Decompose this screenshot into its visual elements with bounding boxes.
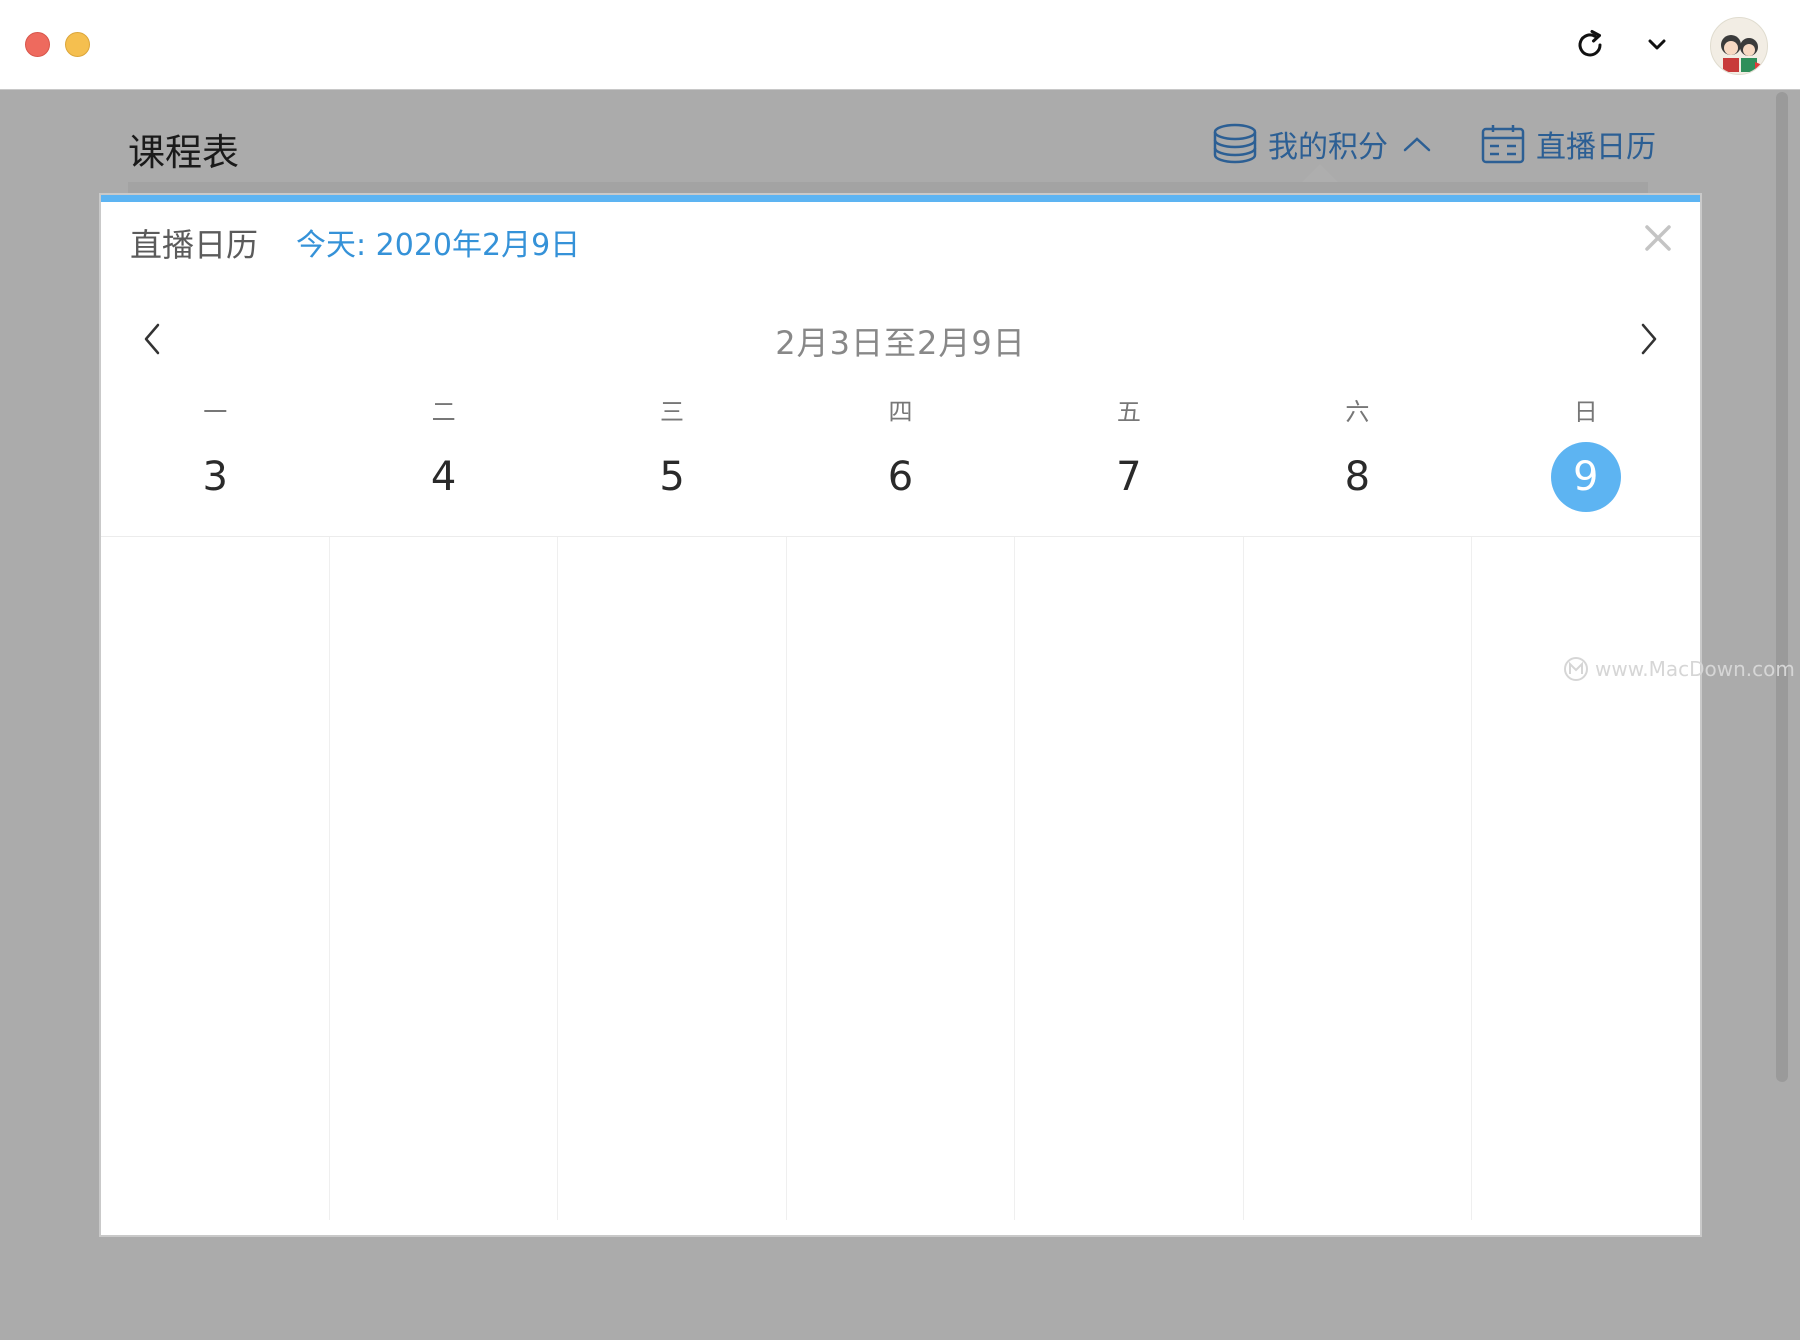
watermark-text: www.MacDown.com — [1595, 657, 1795, 681]
window-close-button[interactable] — [25, 32, 50, 57]
weekday-label: 日 — [1573, 398, 1598, 426]
week-days-row: 一 3 二 4 三 5 四 6 五 7 六 8 日 9 — [101, 392, 1700, 537]
next-week-button[interactable] — [1626, 316, 1672, 362]
page-title: 课程表 — [128, 131, 239, 174]
close-icon — [1645, 225, 1671, 251]
day-column-mon[interactable]: 一 3 — [101, 392, 329, 536]
live-calendar-button[interactable]: 直播日历 — [1480, 122, 1656, 166]
date-number: 6 — [887, 454, 914, 500]
window-minimize-button[interactable] — [65, 32, 90, 57]
day-column-thu[interactable]: 四 6 — [786, 392, 1014, 536]
account-dropdown-button[interactable] — [1634, 22, 1680, 68]
schedule-grid — [101, 537, 1700, 1220]
schedule-column[interactable] — [787, 537, 1016, 1220]
schedule-column[interactable] — [330, 537, 559, 1220]
weekday-label: 二 — [431, 398, 456, 426]
weekday-label: 一 — [203, 398, 228, 426]
schedule-column[interactable] — [1244, 537, 1473, 1220]
macdown-logo-icon — [1564, 657, 1588, 681]
my-points-label: 我的积分 — [1268, 130, 1388, 165]
panel-close-button[interactable] — [1638, 218, 1678, 258]
user-avatar[interactable] — [1710, 17, 1768, 75]
week-range: 2月3日至2月9日 — [775, 324, 1026, 362]
vertical-scrollbar[interactable] — [1776, 92, 1788, 1082]
date-number: 9 — [1550, 442, 1621, 512]
weekday-label: 六 — [1345, 398, 1370, 426]
refresh-icon — [1578, 30, 1602, 57]
schedule-column[interactable] — [101, 537, 330, 1220]
refresh-button[interactable] — [1567, 22, 1613, 68]
date-number: 7 — [1116, 454, 1142, 500]
watermark: www.MacDown.com — [1563, 656, 1795, 682]
schedule-column[interactable] — [558, 537, 787, 1220]
weekday-label: 五 — [1116, 398, 1141, 426]
header-divider — [128, 182, 1648, 196]
day-column-fri[interactable]: 五 7 — [1015, 392, 1243, 536]
date-number: 8 — [1344, 454, 1371, 500]
date-number: 3 — [202, 454, 228, 500]
schedule-column[interactable] — [1015, 537, 1244, 1220]
weekday-label: 三 — [660, 398, 685, 426]
chevron-up-icon — [1403, 137, 1431, 152]
day-column-tue[interactable]: 二 4 — [329, 392, 557, 536]
day-column-sun[interactable]: 日 9 — [1472, 392, 1700, 536]
my-points-button[interactable]: 我的积分 — [1212, 122, 1442, 166]
weekday-label: 四 — [888, 398, 913, 426]
calendar-icon — [1481, 125, 1525, 164]
chevron-down-icon — [1648, 39, 1666, 50]
popover-caret — [1302, 164, 1338, 182]
date-number: 4 — [430, 454, 457, 500]
coins-stack-icon — [1213, 123, 1257, 164]
day-column-wed[interactable]: 三 5 — [558, 392, 786, 536]
chevron-right-icon — [1641, 323, 1657, 355]
live-calendar-label: 直播日历 — [1536, 130, 1656, 165]
day-column-sat[interactable]: 六 8 — [1243, 392, 1471, 536]
date-number: 5 — [659, 454, 685, 500]
week-navigator: 2月3日至2月9日 — [101, 310, 1700, 370]
window-titlebar — [0, 0, 1800, 90]
schedule-column[interactable] — [1472, 537, 1700, 1220]
panel-title: 直播日历 — [130, 226, 259, 264]
live-calendar-panel: 直播日历 今天: 2020年2月9日 2月3日至2月9日 一 3 二 4 三 5… — [101, 195, 1700, 1235]
today-date: 今天: 2020年2月9日 — [296, 228, 581, 263]
